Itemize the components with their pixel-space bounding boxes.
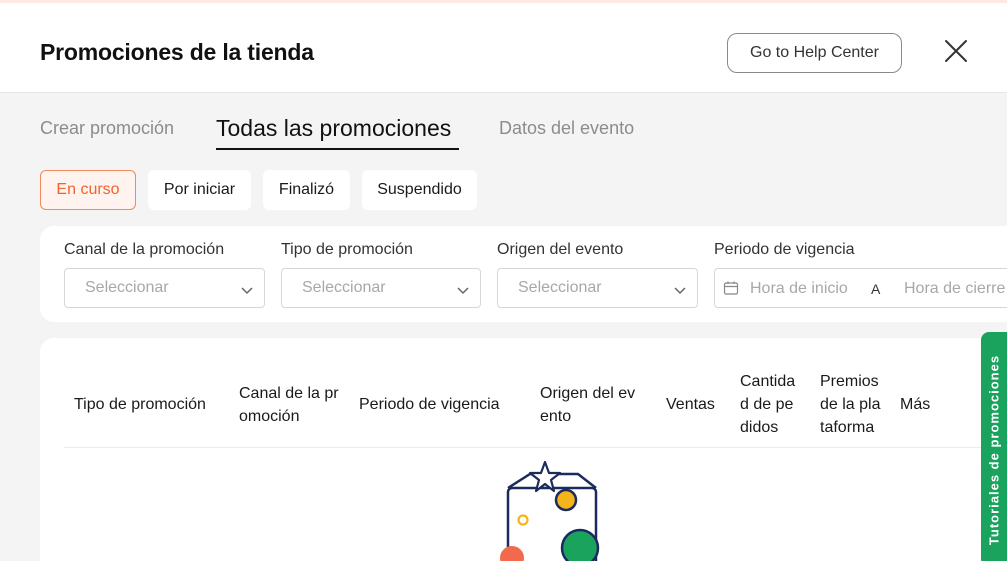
column-header-ventas: Ventas — [666, 396, 715, 413]
close-icon[interactable] — [940, 35, 972, 67]
tutorials-side-tab-label: Tutoriales de promociones — [986, 354, 1002, 545]
column-header-canal: Canal de la pr omoción — [239, 385, 339, 425]
tab-datos-del-evento[interactable]: Datos del evento — [499, 118, 634, 139]
column-header-origen: Origen del ev ento — [540, 385, 636, 425]
empty-box-icon — [500, 460, 610, 561]
help-center-button[interactable]: Go to Help Center — [727, 33, 902, 73]
column-header-tipo: Tipo de promoción — [74, 396, 206, 413]
column-header-mas: Más — [900, 396, 931, 413]
type-select-placeholder: Seleccionar — [302, 279, 386, 296]
channel-filter-label: Canal de la promoción — [64, 241, 225, 258]
column-header-premios: Premios de la pla taforma — [820, 373, 881, 436]
origin-select[interactable]: Seleccionar — [497, 268, 698, 308]
origin-filter-label: Origen del evento — [497, 241, 624, 258]
origin-select-placeholder: Seleccionar — [518, 279, 602, 296]
table-header-divider — [64, 447, 1004, 448]
column-header-cantidad-pedidos: Cantida d de pe didos — [740, 373, 796, 436]
status-en-curso[interactable]: En curso — [40, 170, 136, 210]
status-por-iniciar[interactable]: Por iniciar — [148, 170, 251, 210]
period-date-range[interactable]: Hora de inicio A Hora de cierre — [714, 268, 1007, 308]
channel-select[interactable]: Seleccionar — [64, 268, 265, 308]
range-separator: A — [871, 281, 881, 297]
channel-select-placeholder: Seleccionar — [85, 279, 169, 296]
active-tab-underline — [216, 148, 459, 150]
tutorials-side-tab[interactable]: Tutoriales de promociones — [981, 332, 1007, 561]
type-filter-label: Tipo de promoción — [281, 241, 413, 258]
calendar-icon — [723, 280, 739, 301]
tab-todas-las-promociones[interactable]: Todas las promociones — [216, 115, 451, 142]
column-header-periodo: Periodo de vigencia — [359, 396, 500, 413]
period-filter-label: Periodo de vigencia — [714, 241, 855, 258]
end-time-input[interactable]: Hora de cierre — [904, 280, 1005, 298]
status-suspendido[interactable]: Suspendido — [362, 170, 477, 210]
type-select[interactable]: Seleccionar — [281, 268, 481, 308]
page-title: Promociones de la tienda — [40, 39, 314, 65]
status-finalizo[interactable]: Finalizó — [263, 170, 350, 210]
chevron-down-icon — [673, 283, 687, 302]
start-time-input[interactable]: Hora de inicio — [750, 280, 848, 298]
modal-header: Promociones de la tienda Go to Help Cent… — [0, 3, 1007, 93]
tab-crear-promocion[interactable]: Crear promoción — [40, 118, 174, 139]
chevron-down-icon — [240, 283, 254, 302]
chevron-down-icon — [456, 283, 470, 302]
